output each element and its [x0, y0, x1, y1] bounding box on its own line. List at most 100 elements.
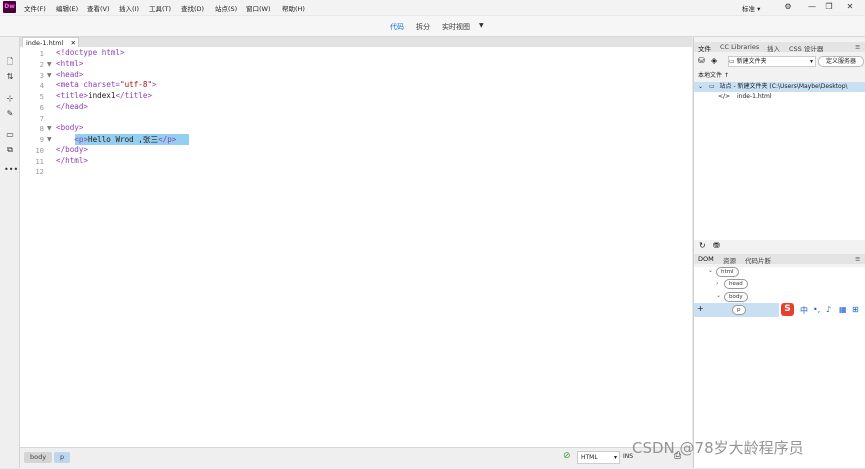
tab-code-view[interactable]: 代码: [390, 22, 404, 32]
toolbox-icon[interactable]: ⊞: [852, 305, 859, 314]
fold-toggle-icon[interactable]: ▼: [47, 61, 52, 68]
menu-site[interactable]: 站点(S): [215, 3, 237, 13]
code-line: </html>: [56, 155, 89, 165]
punctuation-icon[interactable]: •,: [813, 305, 820, 314]
chevron-down-icon: ▾: [613, 454, 617, 461]
menu-tools[interactable]: 工具(T): [149, 3, 171, 13]
define-server-button[interactable]: 定义服务器: [818, 56, 864, 67]
menu-insert[interactable]: 插入(I): [119, 3, 139, 13]
line-number: 4: [39, 81, 44, 91]
fold-toggle-icon[interactable]: ▼: [47, 136, 52, 143]
line-number: 3: [39, 70, 44, 80]
csdn-watermark: CSDN @78岁大龄程序员: [632, 439, 804, 457]
right-panel-group: 文件 CC Libraries 插入 CSS 设计器 ≡ ⛁ ◈ ▭ 新建文件夹…: [693, 37, 865, 468]
code-line: <head>: [56, 69, 84, 79]
tab-insert[interactable]: 插入: [767, 43, 780, 53]
line-number: 7: [39, 113, 44, 123]
line-number: 9: [39, 135, 44, 144]
tab-live-view[interactable]: 实时视图: [442, 22, 470, 32]
microphone-icon[interactable]: ♪: [826, 305, 831, 314]
chevron-down-icon: ⌄: [716, 292, 722, 299]
tab-snippets[interactable]: 代码片断: [745, 255, 771, 265]
apply-comment-icon[interactable]: ▭: [4, 129, 16, 141]
menu-edit[interactable]: 编辑(E): [56, 3, 78, 13]
chevron-down-icon: ▾: [809, 58, 813, 65]
tab-files[interactable]: 文件: [698, 43, 711, 53]
file-row[interactable]: </> inde-1.html: [694, 92, 865, 102]
dom-node-body[interactable]: body: [724, 292, 748, 302]
tab-css-designer[interactable]: CSS 设计器: [789, 43, 823, 53]
more-tools-icon[interactable]: •••: [4, 164, 18, 176]
expand-all-icon[interactable]: ⊹: [4, 93, 16, 105]
code-line: </body>: [56, 144, 89, 154]
format-source-icon[interactable]: ✎: [4, 108, 16, 120]
file-management-icon[interactable]: ⇅: [4, 71, 16, 83]
sogou-logo-icon[interactable]: S: [781, 303, 794, 316]
document-type-select[interactable]: HTML ▾: [577, 451, 620, 464]
tab-cc-libraries[interactable]: CC Libraries: [720, 43, 759, 51]
chevron-right-icon: ›: [716, 280, 719, 287]
add-element-icon[interactable]: +: [697, 304, 704, 313]
menu-file[interactable]: 文件(F): [24, 3, 46, 13]
file-row-label: inde-1.html: [737, 93, 772, 100]
keyboard-icon[interactable]: ▦: [839, 305, 847, 314]
folder-icon: ▭: [729, 58, 735, 65]
workspace-switcher[interactable]: 标准 ▾: [742, 3, 760, 13]
line-number: 1: [39, 49, 44, 58]
site-folder-select[interactable]: ▭ 新建文件夹 ▾: [728, 56, 816, 67]
open-document-icon[interactable]: 🗋: [4, 56, 16, 68]
site-root-row[interactable]: ⌄ ▭ 站点 - 新建文件夹 (C:\Users\Maybe\Desktop\: [694, 82, 865, 92]
local-files-header: 本地文件 ↑: [698, 70, 729, 79]
wrap-tag-icon[interactable]: ⧉: [4, 144, 16, 156]
line-number: 8: [39, 124, 44, 134]
refresh-icon[interactable]: ↻: [699, 241, 706, 250]
fold-toggle-icon[interactable]: ▼: [47, 72, 52, 79]
dom-node-head[interactable]: head: [724, 279, 748, 289]
sync-settings-icon[interactable]: ⚙: [782, 1, 794, 12]
ime-language-toggle[interactable]: 中: [800, 305, 808, 316]
dom-node-p[interactable]: p: [732, 305, 746, 315]
dom-node-html[interactable]: html: [716, 267, 739, 277]
panel-menu-icon[interactable]: ≡: [855, 255, 860, 263]
dom-panel-tabs: DOM 资源 代码片断 ≡: [694, 254, 865, 265]
site-folder-icon: ▭: [708, 83, 715, 90]
line-number: 5: [39, 92, 44, 101]
tag-selector-body[interactable]: body: [24, 452, 53, 463]
files-tree: ⌄ ▭ 站点 - 新建文件夹 (C:\Users\Maybe\Desktop\ …: [694, 82, 865, 240]
status-bar: body p ⊘ HTML ▾ INS ⎙: [20, 447, 692, 469]
view-switcher-bar: 代码 拆分 实时视图 ▼: [0, 16, 865, 37]
tab-assets[interactable]: 资源: [723, 255, 736, 265]
ime-toolbar: S 中 •, ♪ ▦ ⊞: [779, 302, 865, 318]
chevron-down-icon: ▾: [757, 5, 761, 13]
line-number: 6: [39, 102, 44, 112]
no-errors-icon: ⊘: [563, 451, 571, 461]
line-number: 12: [35, 167, 44, 177]
tab-dom[interactable]: DOM: [698, 255, 714, 263]
code-line: <!doctype html>: [56, 48, 125, 57]
fold-toggle-icon[interactable]: ▼: [47, 125, 52, 132]
manage-sites-icon[interactable]: ⛃: [713, 241, 720, 250]
connect-icon[interactable]: ⛁: [698, 56, 705, 65]
restore-button[interactable]: ❐: [823, 1, 835, 12]
code-line: </head>: [56, 101, 89, 111]
document-type-label: HTML: [581, 454, 598, 461]
chevron-down-icon: ⌄: [708, 267, 714, 274]
menu-help[interactable]: 帮助(H): [282, 3, 305, 13]
code-line: <title>index1</title>: [56, 91, 153, 100]
live-view-dropdown-icon[interactable]: ▼: [479, 22, 484, 29]
code-editor[interactable]: 1 <!doctype html> 2 ▼ <html> 3 ▼ <head> 4 <meta c…: [20, 47, 692, 447]
close-window-button[interactable]: ✕: [844, 1, 856, 12]
menu-view[interactable]: 查看(V): [87, 3, 110, 13]
tag-selector-p[interactable]: p: [54, 452, 71, 463]
tab-split-view[interactable]: 拆分: [416, 22, 430, 32]
git-icon[interactable]: ◈: [711, 56, 717, 65]
html-file-icon: </>: [718, 93, 731, 100]
left-toolbar: 🗋 ⇅ ⊹ ✎ ▭ ⧉ •••: [0, 37, 20, 468]
minimize-button[interactable]: —: [806, 1, 818, 12]
document-tab-strip: [20, 37, 692, 47]
menu-find[interactable]: 查找(D): [181, 3, 204, 13]
panel-menu-icon[interactable]: ≡: [855, 43, 860, 51]
files-panel-tabs: 文件 CC Libraries 插入 CSS 设计器 ≡: [694, 42, 865, 53]
folder-select-label: 新建文件夹: [736, 58, 767, 65]
menu-window[interactable]: 窗口(W): [246, 3, 271, 13]
